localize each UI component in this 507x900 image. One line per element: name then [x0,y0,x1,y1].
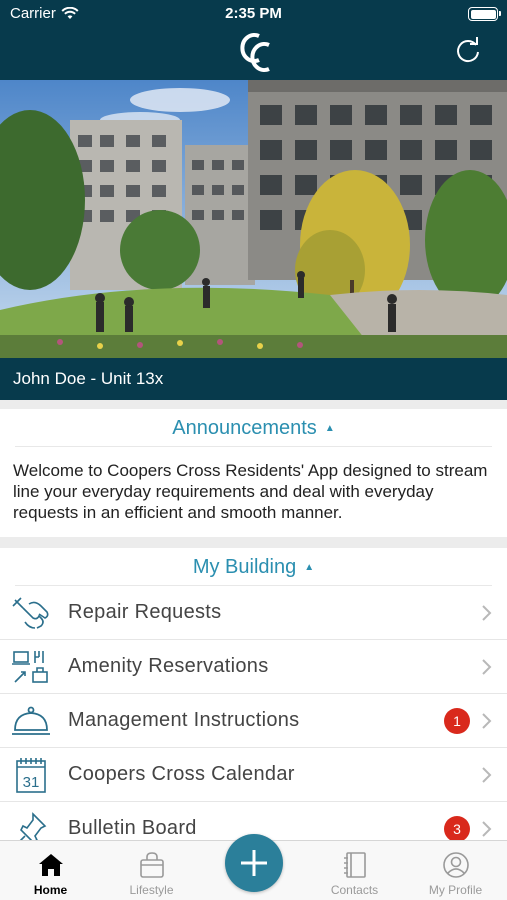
service-bell-icon [12,706,50,735]
menu-item-repair-requests[interactable]: Repair Requests [0,586,507,640]
tab-lifestyle-label: Lifestyle [129,883,174,897]
my-building-title: My Building [192,556,297,578]
chevron-right-icon [482,604,492,621]
announcement-body: Welcome to Coopers Cross Residents' App … [13,461,488,522]
announcements-card: Announcements ▲ Welcome to Coopers Cross … [0,409,507,537]
chevron-right-icon [482,766,492,783]
status-time: 2:35 PM [225,5,282,22]
menu-item-label: Amenity Reservations [68,655,269,677]
profile-icon [442,852,469,878]
my-building-header[interactable]: My Building ▲ [15,548,492,586]
tab-home[interactable]: Home [0,841,101,900]
menu-item-label: Coopers Cross Calendar [68,763,295,785]
home-icon [38,854,63,876]
resident-label: John Doe - Unit 13x [13,369,164,388]
plus-icon [241,850,267,876]
building-courtyard-photo [0,80,507,358]
tab-my-profile-label: My Profile [428,883,483,897]
status-bar: Carrier 2:35 PM [0,0,507,28]
shopping-bag-icon [139,852,164,878]
wrench-hand-icon [12,597,49,629]
menu-item-label: Bulletin Board [68,817,197,839]
notification-badge: 1 [444,707,470,734]
collapse-caret-icon: ▲ [304,562,315,573]
resident-banner: John Doe - Unit 13x [0,358,507,400]
my-building-card: My Building ▲ Repair Requests Amenity Res… [0,548,507,856]
notification-badge: 3 [444,815,470,842]
tab-my-profile[interactable]: My Profile [405,841,506,900]
chevron-right-icon [482,820,492,837]
chevron-right-icon [482,712,492,729]
cc-logo-icon [240,33,270,72]
address-book-icon [343,852,366,878]
announcements-header[interactable]: Announcements ▲ [15,409,492,447]
chevron-right-icon [482,658,492,675]
menu-item-label: Management Instructions [68,709,300,731]
tab-contacts[interactable]: Contacts [304,841,405,900]
top-bar: Carrier 2:35 PM [0,0,507,80]
menu-item-coopers-cross-calendar[interactable]: 31 Coopers Cross Calendar [0,748,507,802]
tab-lifestyle[interactable]: Lifestyle [101,841,202,900]
tab-home-label: Home [33,883,68,897]
add-button[interactable] [225,834,283,892]
announcements-title: Announcements [172,417,317,439]
collapse-caret-icon: ▲ [324,423,335,434]
calendar-icon: 31 [16,758,46,793]
battery-icon [468,7,501,21]
refresh-icon[interactable] [453,36,483,66]
menu-item-amenity-reservations[interactable]: Amenity Reservations [0,640,507,694]
menu-item-label: Repair Requests [68,601,222,623]
menu-item-management-instructions[interactable]: Management Instructions 1 [0,694,507,748]
svg-text:31: 31 [23,774,40,791]
hero-image [0,80,507,358]
tab-contacts-label: Contacts [330,883,379,897]
amenities-icon [12,651,48,683]
